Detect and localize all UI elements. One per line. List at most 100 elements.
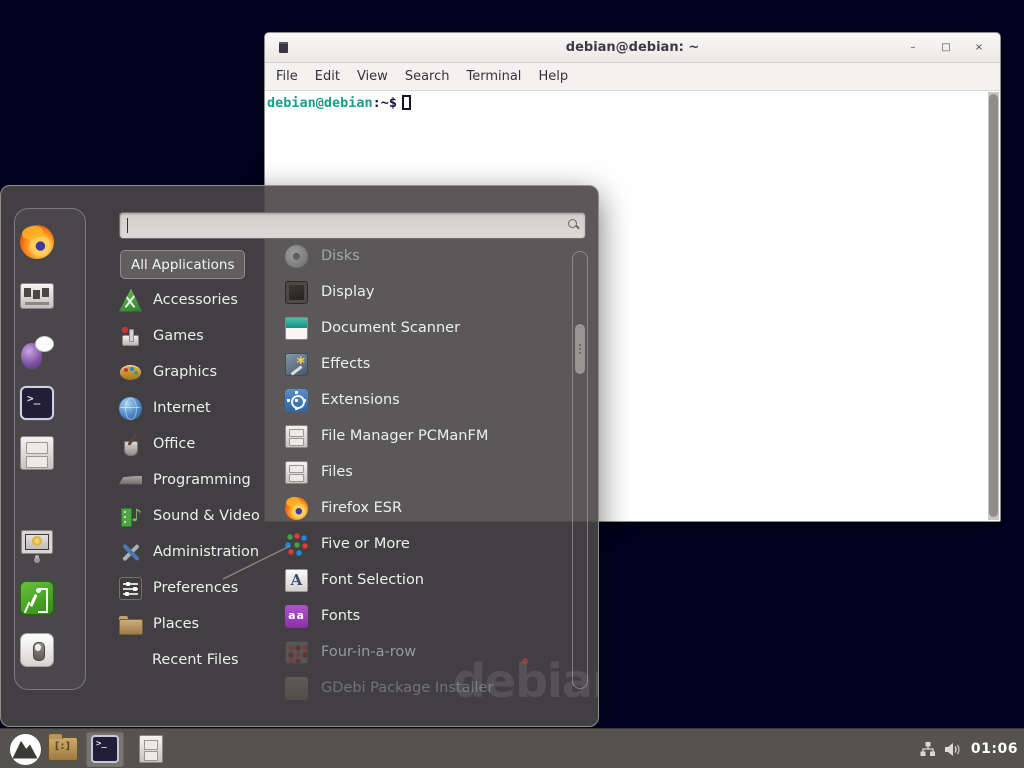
office-icon xyxy=(119,433,142,456)
app-label: File Manager PCManFM xyxy=(321,428,488,444)
internet-icon xyxy=(119,397,142,420)
favorite-terminal[interactable] xyxy=(20,386,54,420)
favorite-pidgin[interactable] xyxy=(20,335,54,369)
accessories-icon xyxy=(119,289,142,312)
app-four-in-a-row[interactable]: Four-in-a-row xyxy=(285,634,571,670)
app-file-manager-pcmanfm[interactable]: File Manager PCManFM xyxy=(285,418,571,454)
close-icon[interactable]: × xyxy=(972,41,986,55)
category-label: Administration xyxy=(153,544,259,560)
app-display[interactable]: Display xyxy=(285,274,571,310)
menubar-item-search[interactable]: Search xyxy=(405,69,450,84)
terminal-scrollbar[interactable] xyxy=(988,92,999,520)
menubar-item-help[interactable]: Help xyxy=(538,69,568,84)
taskbar-clock: 01:06 xyxy=(971,741,1018,757)
gdebi-icon xyxy=(285,677,308,700)
category-label: Graphics xyxy=(153,364,217,380)
volume-icon[interactable] xyxy=(945,742,962,757)
category-internet[interactable]: Internet xyxy=(119,390,287,426)
favorite-firefox[interactable] xyxy=(20,225,54,259)
cabinet-icon xyxy=(285,461,308,484)
terminal-icon xyxy=(91,735,119,763)
app-font-selection[interactable]: Font Selection xyxy=(285,562,571,598)
category-list: Accessories Games Graphics Internet Office Pr… xyxy=(119,282,287,678)
category-preferences[interactable]: Preferences xyxy=(119,570,287,606)
taskbar-launcher-menu[interactable] xyxy=(6,731,44,767)
app-label: Font Selection xyxy=(321,572,424,588)
power-icon xyxy=(20,633,54,667)
category-administration[interactable]: Administration xyxy=(119,534,287,570)
app-label: Fonts xyxy=(321,608,360,624)
app-effects[interactable]: Effects xyxy=(285,346,571,382)
favorite-file-manager[interactable] xyxy=(20,436,54,470)
app-disks[interactable]: Disks xyxy=(285,238,571,274)
app-files[interactable]: Files xyxy=(285,454,571,490)
category-programming[interactable]: Programming xyxy=(119,462,287,498)
logout-icon xyxy=(20,581,54,615)
app-firefox-esr[interactable]: Firefox ESR xyxy=(285,490,571,526)
menubar-item-terminal[interactable]: Terminal xyxy=(466,69,521,84)
category-office[interactable]: Office xyxy=(119,426,287,462)
all-applications-button[interactable]: All Applications xyxy=(120,250,245,279)
terminal-title: debian@debian: ~ xyxy=(265,40,1000,55)
fiveormore-icon xyxy=(285,533,308,556)
text-caret xyxy=(127,218,128,233)
firefox-icon xyxy=(285,497,308,520)
app-list-scrollbar[interactable] xyxy=(572,251,588,689)
fontsel-icon xyxy=(285,569,308,592)
cabinet-icon xyxy=(20,436,54,470)
menubar-item-file[interactable]: File xyxy=(276,69,298,84)
category-accessories[interactable]: Accessories xyxy=(119,282,287,318)
application-menu: debian All Applications AccessoriesGames… xyxy=(0,185,599,727)
category-label: Preferences xyxy=(153,580,238,596)
category-recent-files[interactable]: Recent Files xyxy=(119,642,287,678)
app-list-scrollbar-thumb[interactable] xyxy=(575,324,585,374)
app-five-or-more[interactable]: Five or More xyxy=(285,526,571,562)
terminal-titlebar[interactable]: debian@debian: ~ – □ × xyxy=(265,33,1000,63)
category-label: Internet xyxy=(153,400,211,416)
category-label: Places xyxy=(153,616,199,632)
taskbar-launcher-files[interactable] xyxy=(132,731,170,767)
app-gdebi-package-installer[interactable]: GDebi Package Installer xyxy=(285,670,571,706)
app-label: Effects xyxy=(321,356,370,372)
category-label: Office xyxy=(153,436,195,452)
network-icon[interactable] xyxy=(920,742,936,757)
app-extensions[interactable]: Extensions xyxy=(285,382,571,418)
app-label: GDebi Package Installer xyxy=(321,680,493,696)
app-label: Files xyxy=(321,464,353,480)
minimize-icon[interactable]: – xyxy=(906,41,920,55)
application-list: Disks Display Document Scanner Effects Exten… xyxy=(285,238,571,706)
administration-icon xyxy=(119,541,142,564)
taskbar-launcher-terminal[interactable] xyxy=(86,731,124,767)
terminal-window-icon xyxy=(279,42,288,53)
taskbar-launchers xyxy=(0,729,1024,768)
menu-icon xyxy=(10,734,41,765)
category-sound-video[interactable]: Sound & Video xyxy=(119,498,287,534)
favorite-logout[interactable] xyxy=(20,581,54,615)
display-icon xyxy=(285,281,308,304)
maximize-icon[interactable]: □ xyxy=(939,41,953,55)
category-games[interactable]: Games xyxy=(119,318,287,354)
category-places[interactable]: Places xyxy=(119,606,287,642)
menubar-item-view[interactable]: View xyxy=(357,69,388,84)
app-document-scanner[interactable]: Document Scanner xyxy=(285,310,571,346)
taskbar-launcher-pcmanfm[interactable] xyxy=(44,731,82,767)
favorite-shutdown[interactable] xyxy=(20,633,54,667)
folder-icon xyxy=(48,737,78,761)
scanner-icon xyxy=(285,317,308,340)
terminal-scrollbar-thumb[interactable] xyxy=(989,94,998,517)
taskbar: 01:06 xyxy=(0,728,1024,768)
category-label: Games xyxy=(153,328,204,344)
category-graphics[interactable]: Graphics xyxy=(119,354,287,390)
favorite-lock-screen[interactable] xyxy=(20,528,54,562)
search-box[interactable] xyxy=(119,212,586,239)
firefox-icon xyxy=(20,225,54,259)
search-input[interactable] xyxy=(126,214,559,237)
menubar-item-edit[interactable]: Edit xyxy=(315,69,340,84)
cabinet-icon xyxy=(139,735,163,763)
favorite-keyboard[interactable] xyxy=(20,279,54,313)
app-fonts[interactable]: Fonts xyxy=(285,598,571,634)
pidgin-icon xyxy=(20,335,54,369)
app-label: Display xyxy=(321,284,374,300)
graphics-icon xyxy=(119,361,142,384)
places-icon xyxy=(119,613,142,636)
